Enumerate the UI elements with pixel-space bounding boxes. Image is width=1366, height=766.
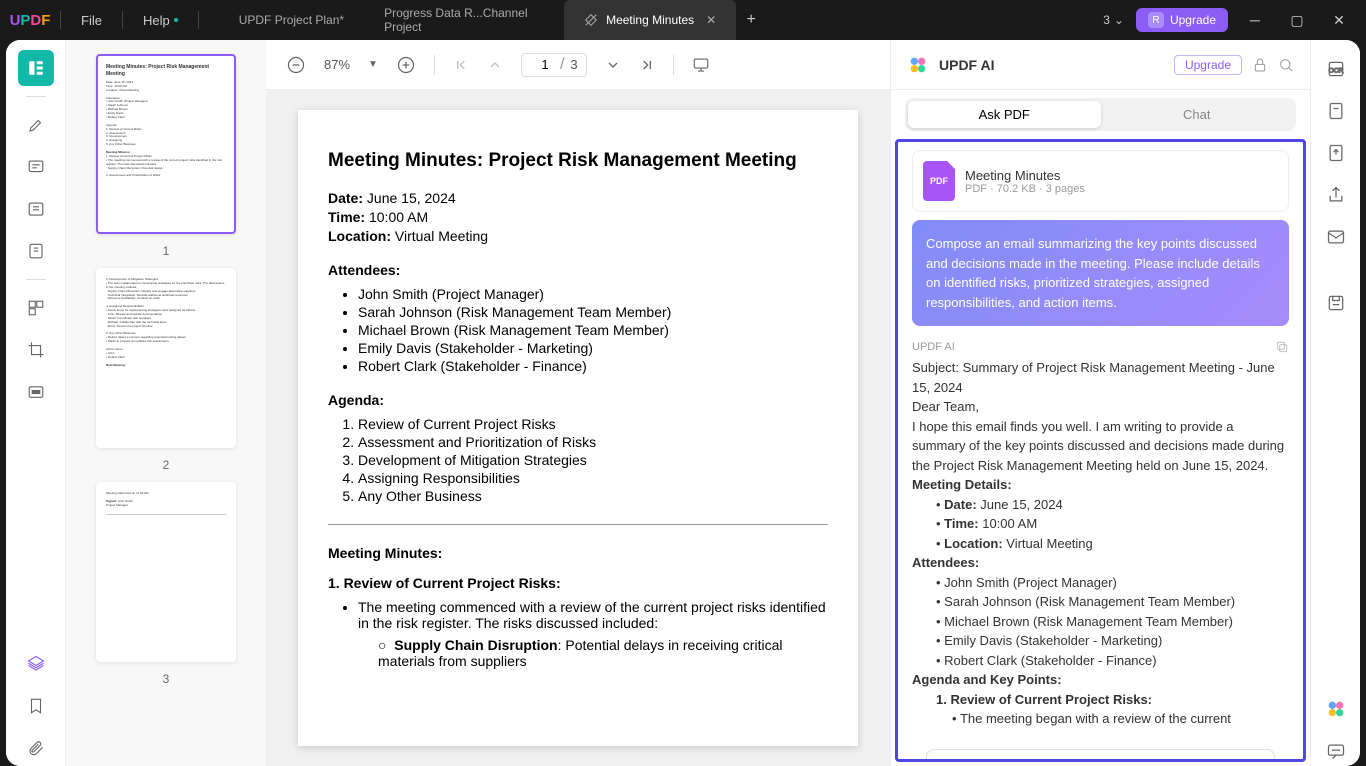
zoom-out-button[interactable] [286,55,306,75]
search-icon[interactable] [1278,57,1294,73]
chevron-down-icon: ⌄ [1114,13,1124,27]
copy-icon[interactable] [1275,340,1289,354]
document-page: Meeting Minutes: Project Risk Management… [298,110,858,746]
pdf-file-icon: PDF [923,161,955,201]
tab-counter[interactable]: 3⌄ [1103,13,1124,27]
presentation-button[interactable] [692,56,710,74]
ai-response-label: UPDF AI [912,341,955,353]
ocr-tool[interactable]: OCR [1321,54,1351,84]
ai-upgrade-button[interactable]: Upgrade [1174,55,1242,75]
crop-tool[interactable] [18,332,54,368]
export-tool[interactable] [1321,138,1351,168]
ai-conversation: PDF Meeting Minutes PDF · 70.2 KB · 3 pa… [895,139,1306,762]
thumbnail-panel: Meeting Minutes: Project Risk Management… [66,40,266,766]
tab-close-icon[interactable]: ✕ [706,13,716,27]
minimize-button[interactable]: ─ [1240,12,1270,28]
thumbnail-3[interactable]: Meeting Adjourned at: 11:00 AMSigned: Jo… [96,482,236,662]
lock-icon[interactable] [1252,57,1268,73]
redact-tool[interactable] [18,374,54,410]
tab-2[interactable]: Meeting Minutes ✕ [564,0,736,40]
prev-page-button[interactable] [487,57,503,73]
tab-add-button[interactable]: + [736,11,766,29]
next-page-button[interactable] [605,57,621,73]
send-icon[interactable] [1245,760,1263,763]
menu-help[interactable]: Help [123,13,198,28]
page-total: 3 [564,57,577,72]
save-tool[interactable] [1321,288,1351,318]
titlebar: UPDF File Help UPDF Project Plan* Progre… [0,0,1366,40]
ai-response: Subject: Summary of Project Risk Managem… [912,358,1289,739]
thumb-label-2: 2 [163,458,170,472]
ai-launcher-icon[interactable] [1321,694,1351,724]
pencil-slash-icon [584,13,598,27]
last-page-button[interactable] [639,57,655,73]
menu-file[interactable]: File [61,13,122,28]
ai-input[interactable] [926,749,1275,763]
share-tool[interactable] [1321,180,1351,210]
tab-0[interactable]: UPDF Project Plan* [219,0,364,40]
maximize-button[interactable]: ▢ [1282,12,1312,29]
doc-title: Meeting Minutes: Project Risk Management… [328,150,828,172]
thumb-label-3: 3 [163,672,170,686]
chat-tab[interactable]: Chat [1101,101,1294,128]
chat-tool[interactable] [1321,736,1351,766]
protect-tool[interactable] [1321,96,1351,126]
comment-tool[interactable] [18,149,54,185]
document-viewport[interactable]: Meeting Minutes: Project Risk Management… [266,90,890,766]
right-toolbar: OCR [1310,40,1360,766]
ai-panel-title: UPDF AI [939,57,1164,73]
organize-tool[interactable] [18,290,54,326]
upgrade-button[interactable]: RUpgrade [1136,8,1228,32]
first-page-button[interactable] [453,57,469,73]
zoom-in-button[interactable] [396,55,416,75]
zoom-dropdown[interactable]: ▼ [368,59,378,70]
form-tool[interactable] [18,233,54,269]
thumb-label-1: 1 [163,244,170,258]
user-prompt: Compose an email summarizing the key poi… [912,220,1289,326]
ai-panel: UPDF AI Upgrade Ask PDF Chat PDF Meeting… [890,40,1310,766]
highlight-tool[interactable] [18,107,54,143]
close-button[interactable]: ✕ [1324,12,1354,29]
updf-ai-logo-icon [907,54,929,76]
page-input[interactable] [530,57,560,72]
tab-1[interactable]: Progress Data R...Channel Project [364,0,564,40]
layers-tool[interactable] [18,646,54,682]
email-tool[interactable] [1321,222,1351,252]
document-toolbar: 87% ▼ / 3 [266,40,890,90]
attachment-tool[interactable] [18,730,54,766]
zoom-level: 87% [324,57,350,72]
lightbulb-icon[interactable] [1219,759,1235,763]
ask-pdf-tab[interactable]: Ask PDF [908,101,1101,128]
app-logo: UPDF [0,12,60,29]
thumbnail-2[interactable]: 3. Development of Mitigation Strategies•… [96,268,236,448]
thumbnails-tool[interactable] [18,50,54,86]
edit-tool[interactable] [18,191,54,227]
bookmark-tool[interactable] [18,688,54,724]
thumbnail-1[interactable]: Meeting Minutes: Project Risk Management… [96,54,236,234]
pdf-file-card[interactable]: PDF Meeting Minutes PDF · 70.2 KB · 3 pa… [912,150,1289,212]
svg-text:OCR: OCR [1328,67,1343,74]
tab-bar: UPDF Project Plan* Progress Data R...Cha… [219,0,1104,40]
left-toolbar [6,40,66,766]
